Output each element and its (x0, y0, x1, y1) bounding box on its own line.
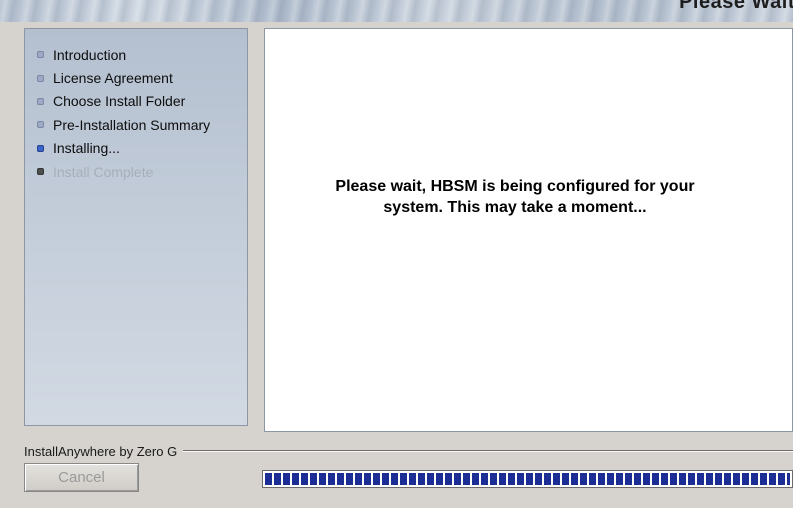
progress-bar (262, 470, 793, 488)
step-done-bullet-icon (37, 97, 44, 105)
step-install-complete: Install Complete (37, 160, 210, 183)
step-label: Pre-Installation Summary (53, 116, 211, 133)
step-done-bullet-icon (37, 51, 44, 59)
step-done-bullet-icon (37, 74, 44, 82)
footer-brand-row: InstallAnywhere by Zero G (24, 443, 793, 459)
step-list: Introduction License Agreement Choose In… (37, 43, 210, 183)
status-message-line: Please wait, HBSM is being configured fo… (335, 178, 695, 195)
step-label: Introduction (53, 46, 127, 63)
step-choose-install-folder: Choose Install Folder (37, 90, 210, 113)
step-installing: Installing... (37, 137, 210, 160)
step-pending-bullet-icon (37, 168, 44, 176)
banner-title: Please Wait (679, 0, 793, 13)
header-banner: Please Wait (0, 0, 793, 22)
step-current-bullet-icon (37, 144, 44, 152)
step-introduction: Introduction (37, 43, 210, 66)
step-done-bullet-icon (37, 121, 44, 129)
footer-divider (183, 450, 793, 452)
progress-fill (265, 473, 790, 485)
cancel-button[interactable]: Cancel (24, 463, 139, 492)
status-message: Please wait, HBSM is being configured fo… (295, 176, 735, 218)
step-label: Install Complete (53, 163, 154, 180)
step-license-agreement: License Agreement (37, 66, 210, 89)
content-panel: Please wait, HBSM is being configured fo… (264, 28, 793, 432)
status-message-line: system. This may take a moment... (383, 199, 647, 216)
step-label: Installing... (53, 140, 120, 157)
step-label: Choose Install Folder (53, 93, 186, 110)
installer-brand: InstallAnywhere by Zero G (24, 443, 178, 459)
banner-texture (0, 0, 793, 22)
step-pre-installation-summary: Pre-Installation Summary (37, 113, 210, 136)
step-label: License Agreement (53, 70, 173, 87)
steps-sidebar: Introduction License Agreement Choose In… (24, 28, 248, 426)
